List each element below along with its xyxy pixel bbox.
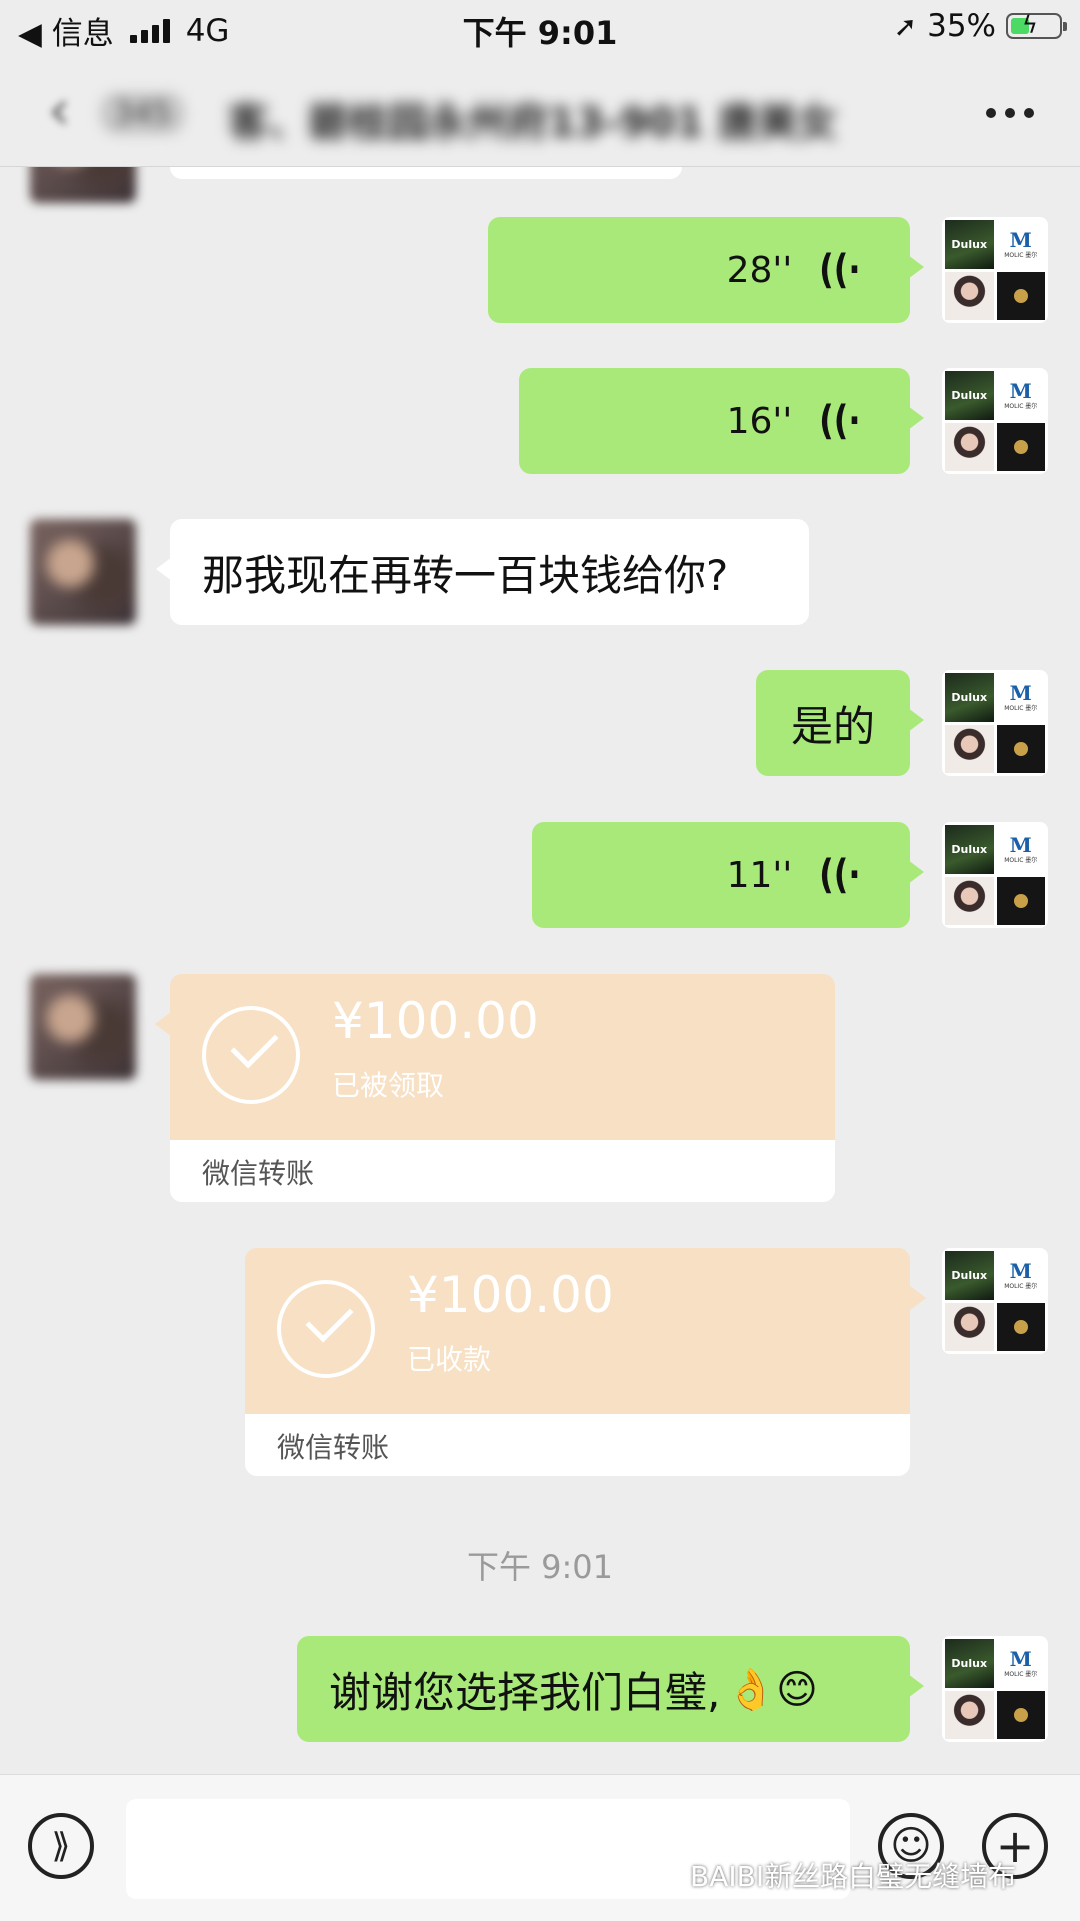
input-bar: ⟫ ☺ + BAIBI新丝路白璧无缝墙布 — [0, 1774, 1080, 1921]
emoji-sticker: 👌😊 — [726, 1666, 818, 1713]
message-text: 是的 — [790, 701, 875, 751]
voice-wave-icon: ((· — [819, 398, 861, 444]
transfer-amount: ¥100.00 — [332, 992, 539, 1050]
bubble-tail — [155, 1012, 171, 1036]
battery-percent: 35% — [927, 8, 996, 44]
check-circle-icon — [277, 1280, 375, 1378]
my-avatar[interactable]: Dulux M MOLIC 墨尔 — [942, 822, 1048, 928]
chat-timestamp: 下午 9:01 — [466, 1548, 614, 1586]
voice-icon[interactable]: ⟫ — [28, 1813, 94, 1879]
my-avatar[interactable]: Dulux M MOLIC 墨尔 — [942, 217, 1048, 323]
voice-wave-icon: ((· — [819, 247, 861, 293]
bubble-tail — [910, 1286, 926, 1310]
message-text: 那我现在再转一百块钱给你? — [202, 550, 729, 600]
wechat-transfer-card[interactable]: ¥100.00 已被领取 微信转账 — [170, 974, 835, 1202]
check-circle-icon — [202, 1006, 300, 1104]
transfer-amount: ¥100.00 — [407, 1266, 614, 1324]
partial-message-bubble — [170, 167, 682, 179]
transfer-status: 已收款 — [407, 1343, 492, 1376]
my-avatar[interactable]: Dulux M MOLIC 墨尔 — [942, 368, 1048, 474]
voice-duration: 28'' — [726, 249, 793, 291]
outgoing-text-message[interactable]: 谢谢您选择我们白璧, 👌😊 — [297, 1636, 924, 1742]
location-icon: ➚ — [893, 9, 918, 43]
voice-wave-icon: ((· — [819, 852, 861, 898]
outgoing-text-message[interactable]: 是的 — [756, 670, 924, 776]
transfer-label: 微信转账 — [277, 1431, 390, 1464]
battery-icon: ϟ — [1006, 11, 1067, 39]
incoming-text-message[interactable]: 那我现在再转一百块钱给你? — [156, 519, 809, 625]
voice-message[interactable]: 28'' ((· — [488, 217, 924, 323]
back-chevron-icon[interactable]: ‹ — [48, 78, 70, 143]
unread-count-badge: 345 — [100, 92, 186, 135]
my-avatar[interactable]: Dulux M MOLIC 墨尔 — [942, 1248, 1048, 1354]
message-text: 谢谢您选择我们白璧, — [329, 1667, 721, 1717]
voice-message[interactable]: 11'' ((· — [532, 822, 924, 928]
transfer-status: 已被领取 — [332, 1069, 445, 1102]
chat-title: 客、碧桂园永州府13-901 唐美女 — [228, 100, 838, 146]
voice-message[interactable]: 16'' ((· — [519, 368, 924, 474]
contact-avatar[interactable] — [30, 974, 136, 1080]
chat-header: ‹ 345 客、碧桂园永州府13-901 唐美女 — [0, 56, 1080, 167]
wechat-transfer-card[interactable]: ¥100.00 已收款 微信转账 — [245, 1248, 910, 1476]
voice-duration: 16'' — [726, 400, 793, 442]
contact-avatar[interactable] — [30, 167, 136, 203]
chat-area[interactable]: 28'' ((· Dulux M MOLIC 墨尔 16'' ((· Dulux … — [0, 167, 1080, 1774]
status-bar: ◀ 信息 4G 下午 9:01 ➚ 35% ϟ — [0, 0, 1080, 56]
my-avatar[interactable]: Dulux M MOLIC 墨尔 — [942, 670, 1048, 776]
my-avatar[interactable]: Dulux M MOLIC 墨尔 — [942, 1636, 1048, 1742]
transfer-label: 微信转账 — [202, 1157, 315, 1190]
watermark-text: BAIBI新丝路白璧无缝墙布 — [690, 1860, 1017, 1893]
more-icon[interactable] — [986, 108, 1034, 118]
voice-duration: 11'' — [726, 854, 793, 896]
contact-avatar[interactable] — [30, 519, 136, 625]
